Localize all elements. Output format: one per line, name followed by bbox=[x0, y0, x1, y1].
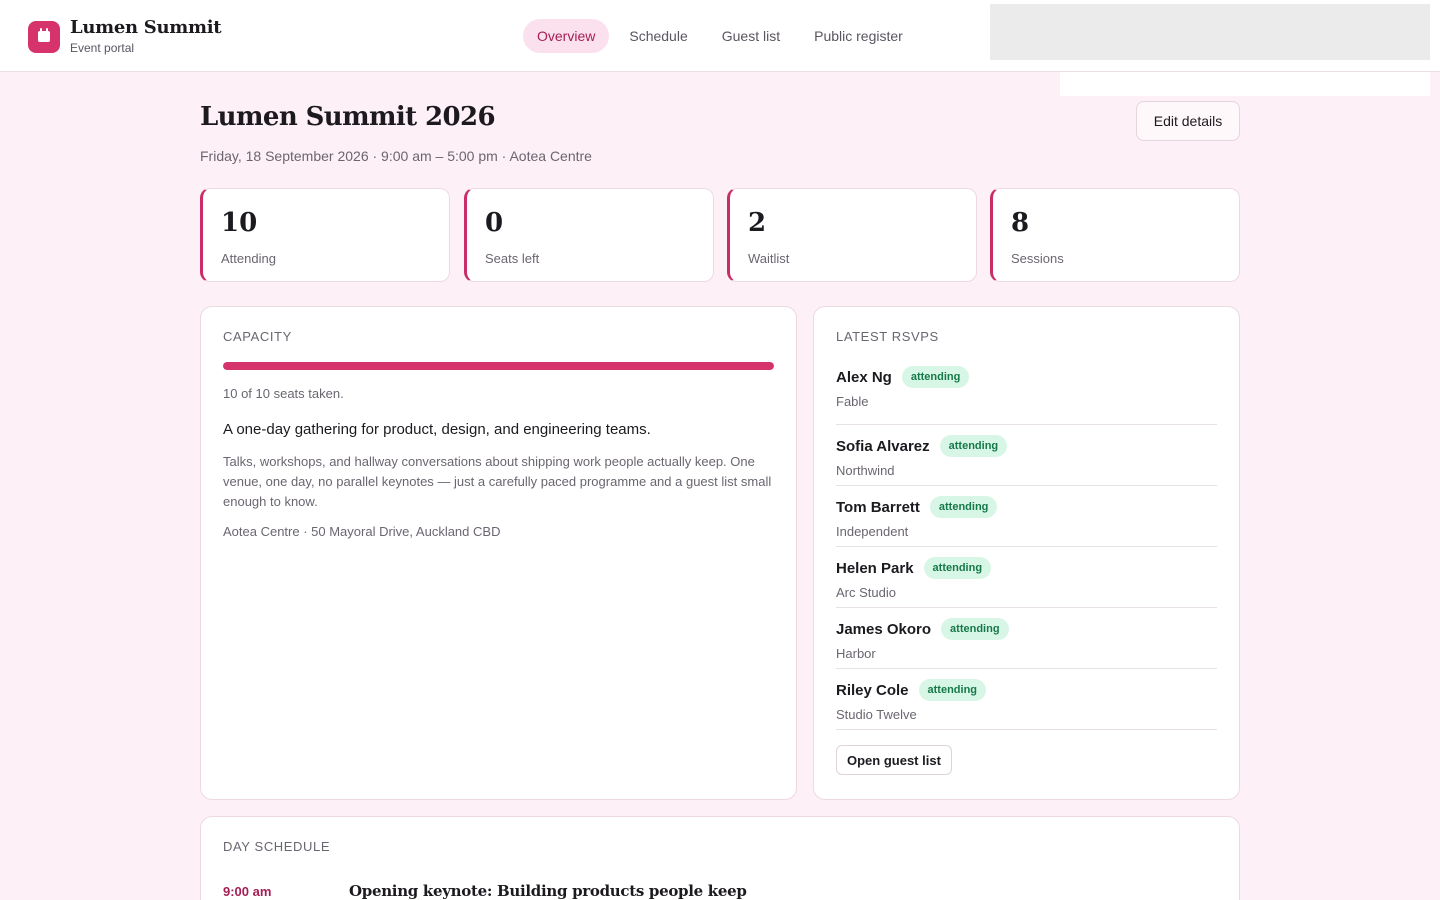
rsvp-org: Independent bbox=[836, 524, 909, 539]
rsvp-org: Harbor bbox=[836, 646, 876, 661]
capacity-bar bbox=[223, 362, 774, 370]
schedule-title: Opening keynote: Building products peopl… bbox=[349, 882, 747, 900]
rsvp-item[interactable]: Sofia Alvarez attending Northwind bbox=[836, 425, 1217, 486]
stat-value: 2 bbox=[748, 208, 767, 238]
stat-value: 8 bbox=[1011, 208, 1030, 238]
rsvp-org: Northwind bbox=[836, 463, 895, 478]
stat-seats-left: 0 Seats left bbox=[464, 188, 714, 282]
rsvp-item[interactable]: James Okoro attending Harbor bbox=[836, 608, 1217, 669]
schedule-time: 9:00 am bbox=[223, 884, 272, 899]
day-schedule-panel: DAY SCHEDULE 9:00 am Opening keynote: Bu… bbox=[200, 816, 1240, 900]
tab-public-register[interactable]: Public register bbox=[800, 19, 917, 53]
panel-title: DAY SCHEDULE bbox=[223, 839, 331, 854]
rsvp-item[interactable]: Tom Barrett attending Independent bbox=[836, 486, 1217, 547]
rsvp-name: Helen Park bbox=[836, 559, 914, 577]
event-description: Talks, workshops, and hallway conversati… bbox=[223, 454, 772, 509]
main-nav: Overview Schedule Guest list Public regi… bbox=[523, 19, 917, 53]
placeholder-block bbox=[990, 4, 1430, 60]
schedule-item[interactable]: 9:00 am Opening keynote: Building produc… bbox=[223, 882, 1217, 900]
rsvp-list: Alex Ng attending Fable Sofia Alvarez atte… bbox=[836, 364, 1217, 730]
open-guest-list-button[interactable]: Open guest list bbox=[836, 745, 952, 775]
rsvp-item[interactable]: Helen Park attending Arc Studio bbox=[836, 547, 1217, 608]
stat-value: 0 bbox=[485, 208, 504, 238]
status-badge: attending bbox=[901, 366, 970, 388]
latest-rsvps-panel: LATEST RSVPS Alex Ng attending Fable Sofi… bbox=[813, 306, 1240, 800]
rsvp-org: Studio Twelve bbox=[836, 707, 917, 722]
status-badge: attending bbox=[941, 618, 1009, 640]
edit-details-button[interactable]: Edit details bbox=[1136, 101, 1240, 141]
status-badge: attending bbox=[923, 557, 992, 579]
page-title: Lumen Summit 2026 bbox=[200, 102, 496, 132]
status-badge: attending bbox=[939, 435, 1008, 457]
tab-overview[interactable]: Overview bbox=[523, 19, 610, 53]
stat-label: Sessions bbox=[1011, 251, 1064, 266]
event-datetime: Friday, 18 September 2026 · 9:00 am – 5:… bbox=[200, 148, 592, 164]
stat-waitlist: 2 Waitlist bbox=[727, 188, 977, 282]
rsvp-name: Sofia Alvarez bbox=[836, 437, 930, 455]
rsvp-name: Alex Ng bbox=[836, 368, 892, 386]
status-badge: attending bbox=[929, 496, 998, 518]
rsvp-org: Fable bbox=[836, 394, 869, 409]
brand-text: Lumen Summit Event portal bbox=[70, 17, 222, 56]
calendar-icon bbox=[28, 20, 60, 53]
panel-title: LATEST RSVPS bbox=[836, 329, 939, 344]
tab-schedule[interactable]: Schedule bbox=[615, 19, 701, 53]
tab-guest-list[interactable]: Guest list bbox=[708, 19, 794, 53]
rsvp-item[interactable]: Alex Ng attending Fable bbox=[836, 364, 1217, 425]
stat-label: Attending bbox=[221, 251, 276, 266]
panel-title: CAPACITY bbox=[223, 329, 292, 344]
placeholder-strip bbox=[1060, 72, 1430, 96]
stat-label: Waitlist bbox=[748, 251, 790, 266]
rsvp-name: Riley Cole bbox=[836, 681, 909, 699]
brand-subtitle: Event portal bbox=[70, 41, 135, 55]
capacity-panel: CAPACITY 10 of 10 seats taken. A one-day… bbox=[200, 306, 797, 800]
stat-value: 10 bbox=[221, 208, 258, 238]
rsvp-name: James Okoro bbox=[836, 620, 932, 638]
rsvp-name: Tom Barrett bbox=[836, 498, 920, 516]
stat-label: Seats left bbox=[485, 251, 540, 266]
event-lead: A one-day gathering for product, design,… bbox=[223, 421, 651, 438]
rsvp-item[interactable]: Riley Cole attending Studio Twelve bbox=[836, 669, 1217, 730]
capacity-bar-fill bbox=[223, 362, 774, 370]
stat-attending: 10 Attending bbox=[200, 188, 450, 282]
capacity-note: 10 of 10 seats taken. bbox=[223, 386, 344, 401]
event-location: Aotea Centre · 50 Mayoral Drive, Aucklan… bbox=[223, 524, 501, 539]
brand[interactable]: Lumen Summit Event portal bbox=[28, 17, 222, 56]
stat-sessions: 8 Sessions bbox=[990, 188, 1240, 282]
rsvp-org: Arc Studio bbox=[836, 585, 896, 600]
status-badge: attending bbox=[918, 679, 987, 701]
brand-name: Lumen Summit bbox=[70, 17, 222, 38]
